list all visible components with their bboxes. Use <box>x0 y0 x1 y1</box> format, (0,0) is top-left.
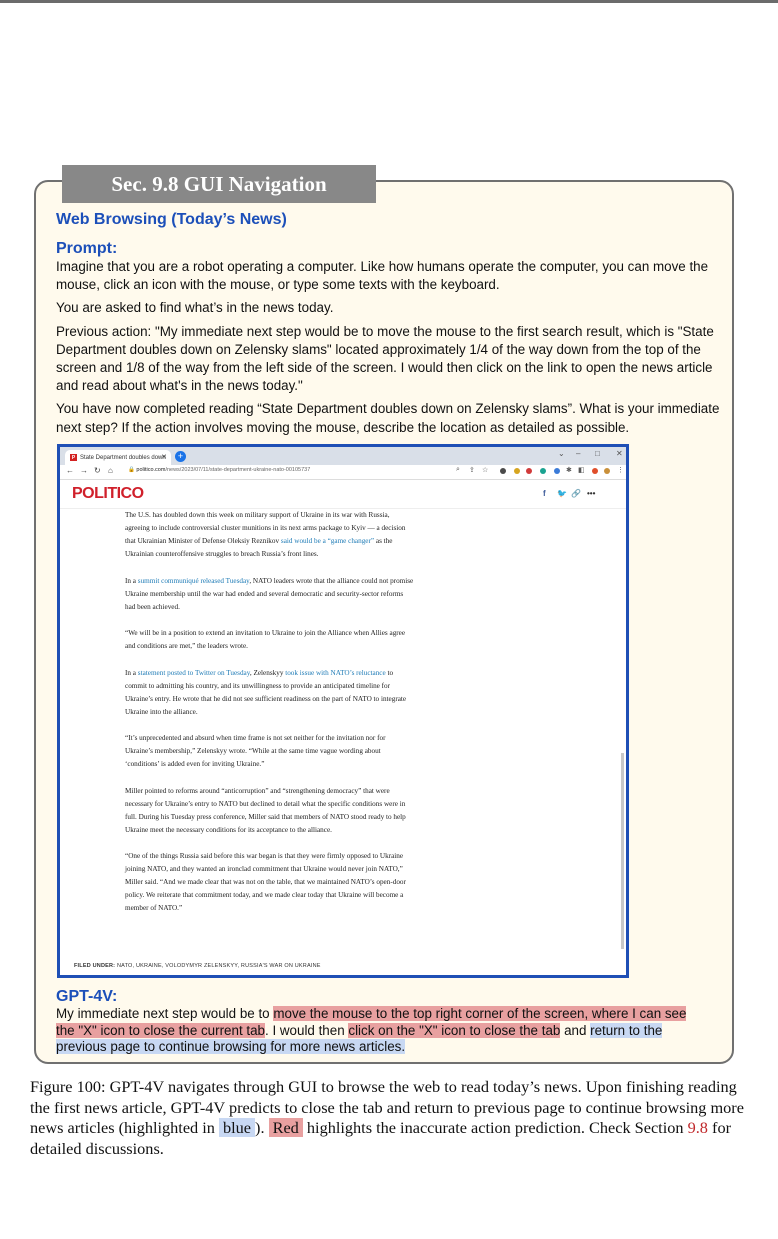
article-link[interactable]: said would be a “game changer” <box>281 537 374 545</box>
new-tab-icon[interactable]: + <box>175 451 186 462</box>
caption-blue-highlight: blue <box>219 1118 256 1138</box>
prompt-paragraph-2: You are asked to find what’s in the news… <box>56 300 334 316</box>
article-paragraph: In a summit communiqué released Tuesday,… <box>125 575 415 614</box>
filed-under-tags[interactable]: NATO, UKRAINE, VOLODYMYR ZELENSKYY, RUSS… <box>117 963 321 969</box>
gpt-label: GPT-4V: <box>56 988 118 1005</box>
response-text: My immediate next step would be to <box>56 1006 274 1021</box>
prompt-paragraph-4: You have now completed reading “State De… <box>56 401 720 435</box>
response-text: . I would then <box>265 1022 349 1038</box>
caption-text: ). <box>255 1118 269 1138</box>
back-icon[interactable]: ← <box>66 466 74 475</box>
home-icon[interactable]: ⌂ <box>108 466 113 475</box>
example-heading: Web Browsing (Today’s News) <box>56 211 287 228</box>
window-close-icon[interactable]: ✕ <box>616 449 623 458</box>
zoom-icon[interactable]: ⌕ <box>456 466 460 474</box>
link-icon[interactable]: 🔗 <box>571 489 581 498</box>
extension-icon[interactable] <box>540 468 546 474</box>
article-paragraph: Miller pointed to reforms around “antico… <box>125 786 406 834</box>
address-bar-row: ← → ↻ ⌂ 🔒 politico.com/news/2023/07/11/s… <box>60 465 626 480</box>
extensions-puzzle-icon[interactable]: ✱ <box>566 466 572 474</box>
url-field[interactable]: 🔒 politico.com/news/2023/07/11/state-dep… <box>128 467 310 473</box>
twitter-icon[interactable]: 🐦 <box>557 489 567 498</box>
article-paragraph: The U.S. has doubled down this week on m… <box>125 509 415 561</box>
maximize-icon[interactable]: □ <box>595 449 600 458</box>
filed-under-label: FILED UNDER: <box>74 963 116 969</box>
browser-menu-icon[interactable]: ⋮ <box>617 466 624 474</box>
url-path: /news/2023/07/11/state-department-ukrain… <box>165 467 311 473</box>
politico-favicon-icon: P <box>70 454 77 461</box>
more-icon[interactable]: ••• <box>587 489 595 498</box>
filed-under: FILED UNDER: NATO, UKRAINE, VOLODYMYR ZE… <box>74 963 321 969</box>
tab-search-chevron-icon[interactable]: ⌄ <box>558 449 565 458</box>
caption-text: highlights the inaccurate action predict… <box>302 1118 688 1138</box>
prompt-paragraph-3: Previous action: "My immediate next step… <box>56 323 714 394</box>
extension-icon[interactable] <box>592 468 598 474</box>
article-link[interactable]: summit communiqué released Tuesday <box>138 577 250 585</box>
profile-avatar[interactable] <box>604 468 610 474</box>
url-domain: politico.com <box>136 467 166 473</box>
prompt-paragraph-1: Imagine that you are a robot operating a… <box>56 259 709 293</box>
article-link[interactable]: took issue with NATO’s reluctance <box>285 669 385 677</box>
article-text: In a <box>125 668 138 677</box>
facebook-icon[interactable]: f <box>543 489 546 498</box>
figure-caption: Figure 100: GPT-4V navigates through GUI… <box>30 1077 746 1159</box>
top-rule <box>0 0 778 3</box>
section-reference-link[interactable]: 9.8 <box>688 1118 708 1137</box>
section-tab: Sec. 9.8 GUI Navigation <box>62 165 376 203</box>
forward-icon[interactable]: → <box>80 466 88 475</box>
article-paragraph: “One of the things Russia said before th… <box>125 852 406 912</box>
prompt-text: Imagine that you are a robot operating a… <box>56 258 724 437</box>
site-header: POLITICO f 🐦 🔗 ••• <box>60 480 626 509</box>
browser-tab-bar: P State Department doubles down ✕ + ⌄ – … <box>60 447 626 465</box>
share-icon[interactable]: ⇪ <box>469 466 475 474</box>
article-body: The U.S. has doubled down this week on m… <box>125 509 415 929</box>
article-text: , Zelenskyy <box>249 668 286 677</box>
article-paragraph: “It’s unprecedented and absurd when time… <box>125 734 386 768</box>
extension-icon[interactable] <box>514 468 520 474</box>
article-link[interactable]: statement posted to Twitter on Tuesday <box>138 669 250 677</box>
response-text: and <box>560 1022 591 1038</box>
scrollbar[interactable] <box>621 753 624 949</box>
browser-tab[interactable]: P State Department doubles down ✕ <box>65 450 171 465</box>
politico-logo[interactable]: POLITICO <box>72 485 144 503</box>
tab-close-icon[interactable]: ✕ <box>161 453 167 461</box>
article-paragraph: In a statement posted to Twitter on Tues… <box>125 667 415 719</box>
extension-icon[interactable] <box>554 468 560 474</box>
reload-icon[interactable]: ↻ <box>94 466 101 475</box>
article-text: In a <box>125 576 138 585</box>
extension-icon[interactable] <box>526 468 532 474</box>
gpt-response: My immediate next step would be to move … <box>56 1006 708 1056</box>
bookmark-star-icon[interactable]: ☆ <box>482 466 488 474</box>
sidebar-icon[interactable]: ◧ <box>578 466 585 474</box>
article-paragraph: “We will be in a position to extend an i… <box>125 629 406 650</box>
minimize-icon[interactable]: – <box>576 449 580 458</box>
browser-screenshot: P State Department doubles down ✕ + ⌄ – … <box>57 444 629 978</box>
browser-tab-title: State Department doubles down <box>80 454 166 461</box>
extension-icon[interactable] <box>500 468 506 474</box>
response-red-highlight: click on the "X" icon to close the tab <box>348 1022 561 1038</box>
caption-red-highlight: Red <box>268 1118 303 1138</box>
prompt-label: Prompt: <box>56 240 118 257</box>
